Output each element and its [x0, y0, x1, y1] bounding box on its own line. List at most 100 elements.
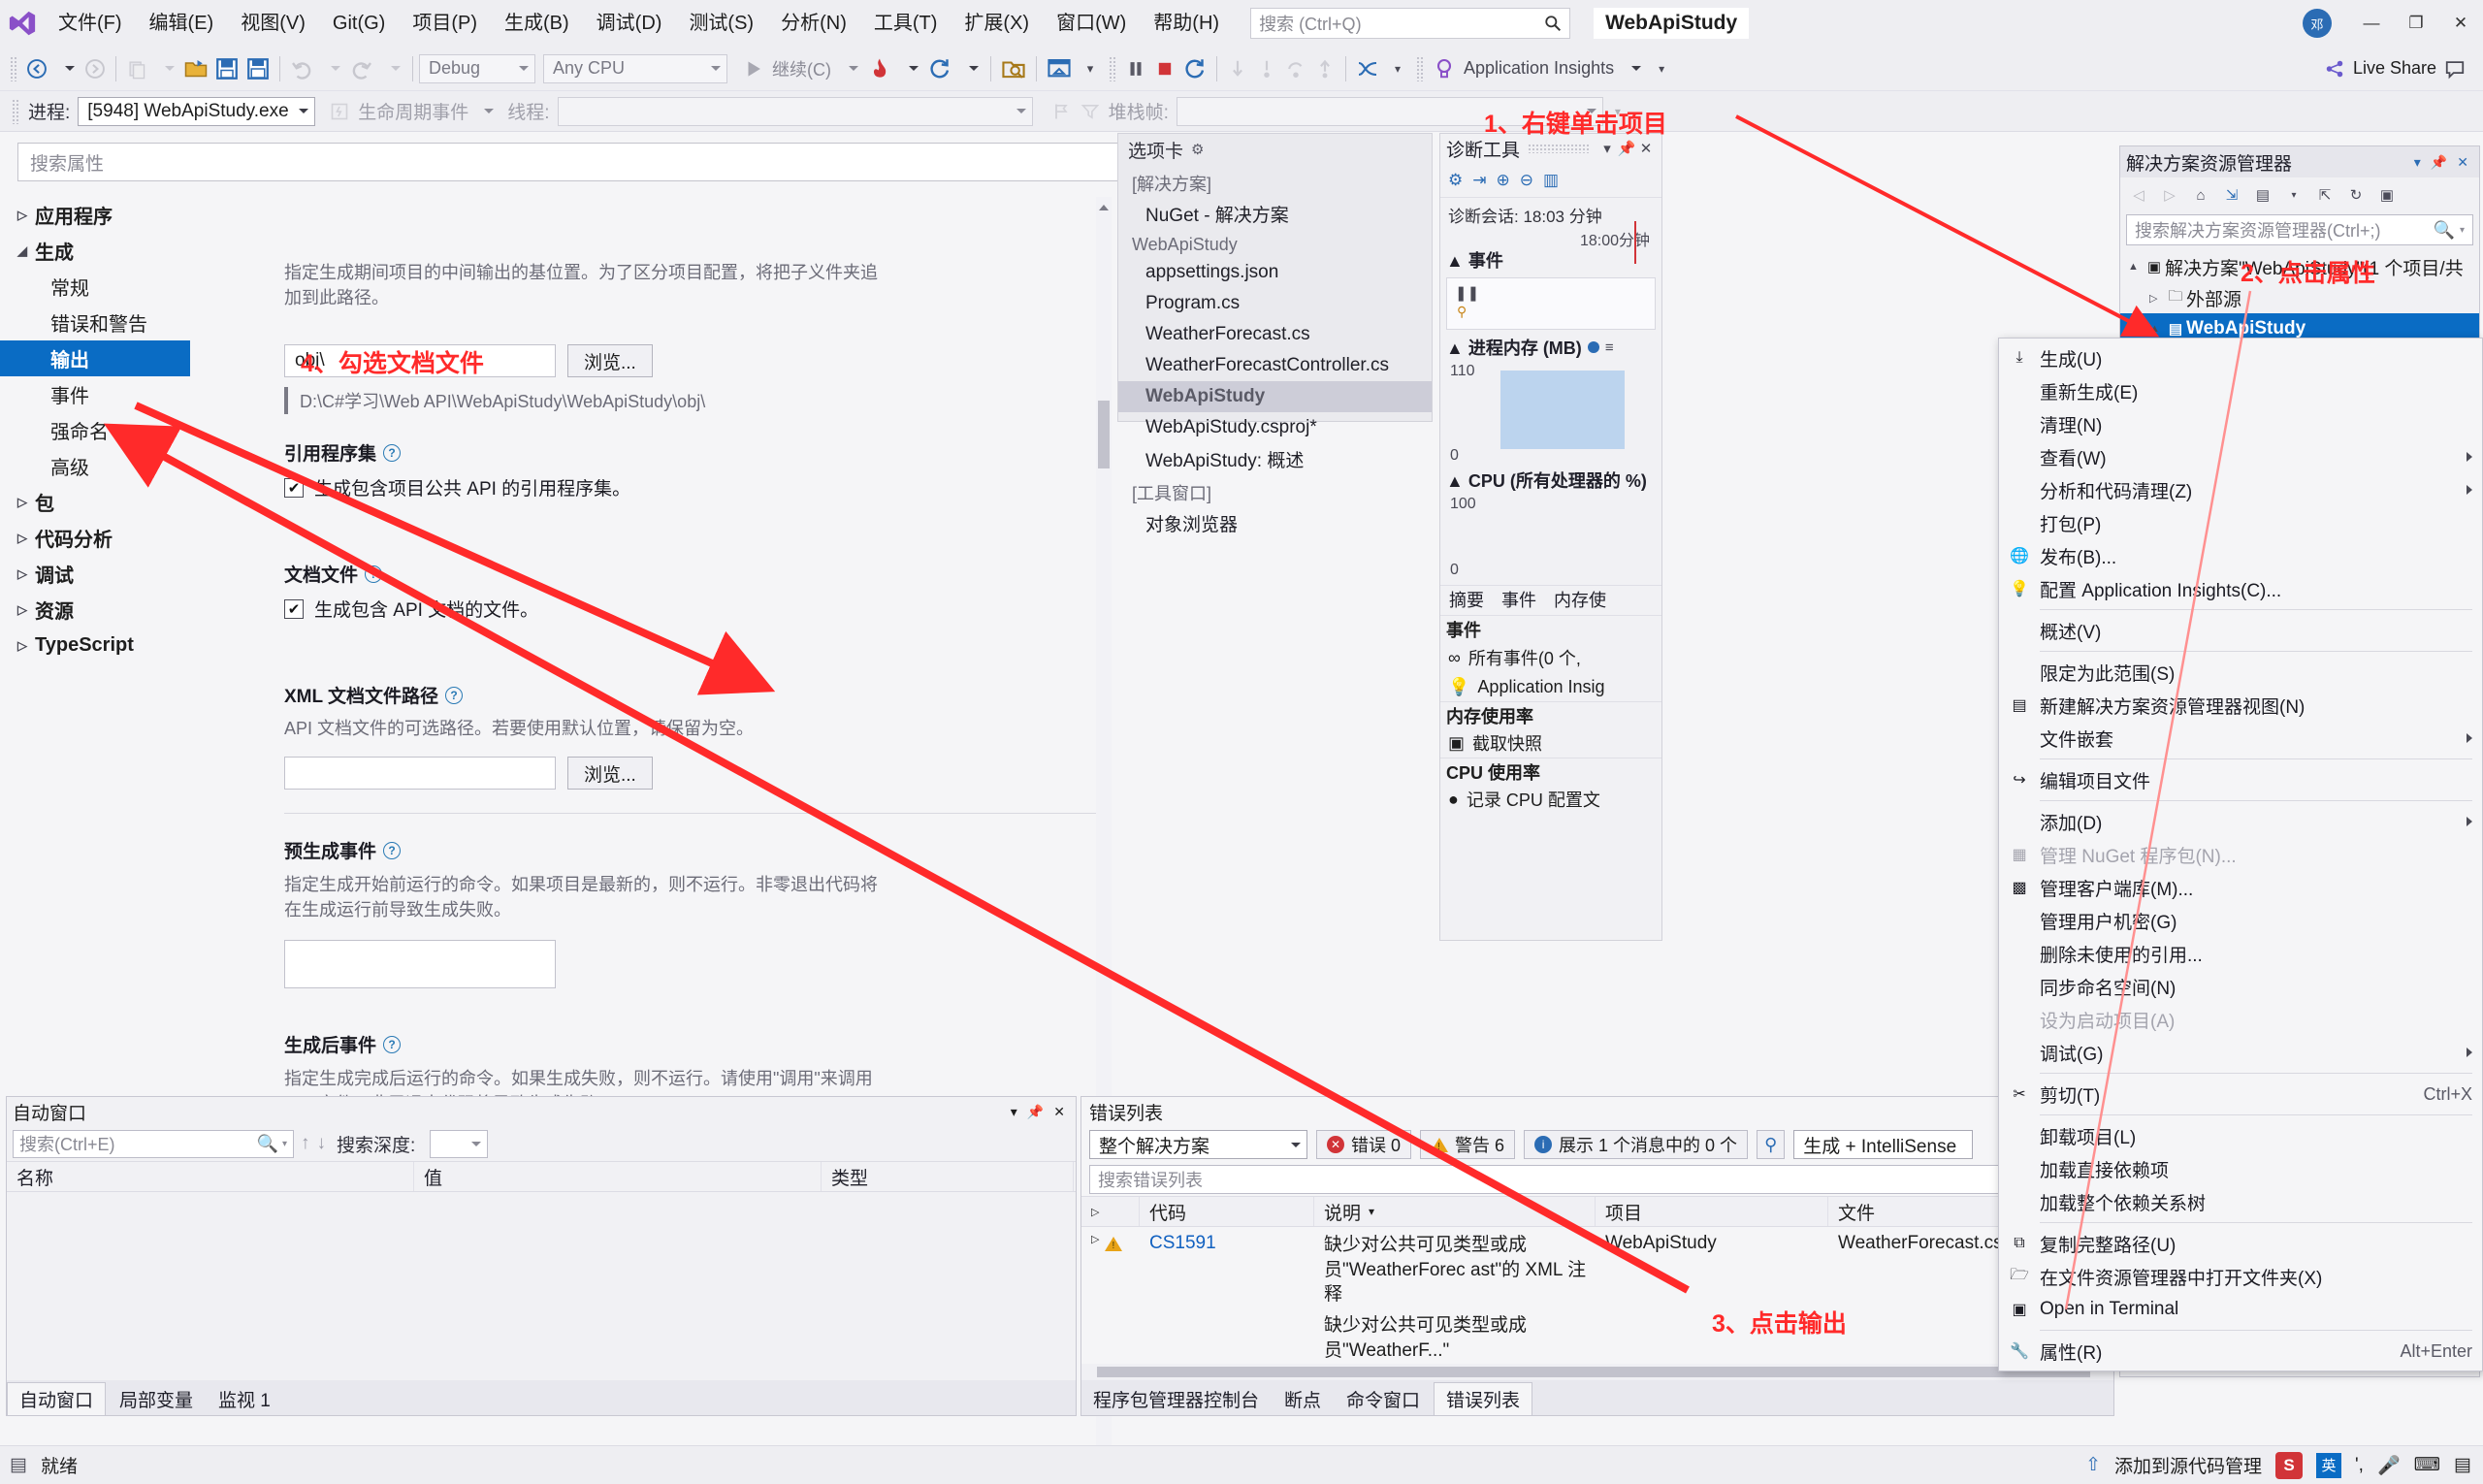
close-icon[interactable]: ✕: [1636, 140, 1656, 157]
tabs-well-item[interactable]: NuGet - 解决方案: [1118, 198, 1432, 229]
build-filter-icon-button[interactable]: ⚲: [1757, 1130, 1786, 1159]
restart-dropdown-icon[interactable]: [955, 52, 984, 85]
se-search-dropdown-icon[interactable]: ▾: [2460, 225, 2465, 236]
chevron-down-icon[interactable]: ▾: [1597, 140, 1617, 157]
properties-tree-item-10[interactable]: ▷ 调试: [0, 556, 262, 592]
expanded-triangle-icon[interactable]: ◢: [17, 243, 35, 259]
process-combo[interactable]: [5948] WebApiStudy.exe: [78, 96, 316, 126]
collapsed-triangle-icon[interactable]: ▷: [17, 208, 35, 223]
toolbar-overflow-2-icon[interactable]: ▾: [1647, 52, 1676, 85]
autos-search-icon[interactable]: 🔍: [257, 1134, 278, 1154]
app-insights-button[interactable]: Application Insights: [1460, 52, 1618, 85]
base-intermediate-browse-button[interactable]: 浏览...: [567, 344, 653, 377]
collapsed-triangle-icon[interactable]: ▷: [17, 531, 35, 546]
context-menu-item-34[interactable]: ▣ Open in Terminal: [1999, 1293, 2482, 1326]
error-list-row[interactable]: ▷ CS1591缺少对公共可见类型或成员"WeatherForec ast"的 X…: [1081, 1227, 2113, 1307]
error-list-tab-1[interactable]: 断点: [1273, 1382, 1333, 1415]
help-icon-4[interactable]: ?: [383, 841, 402, 859]
context-menu-item-17[interactable]: 添加(D): [1999, 805, 2482, 838]
context-menu-item-15[interactable]: ↪ 编辑项目文件: [1999, 763, 2482, 796]
doc-file-checkbox[interactable]: ✔: [284, 598, 304, 619]
diag-chart-icon[interactable]: ▥: [1543, 171, 1559, 190]
collapsed-triangle-icon[interactable]: ▷: [17, 566, 35, 582]
feedback-icon[interactable]: [2440, 52, 2469, 85]
properties-tree-item-5[interactable]: 事件: [0, 376, 262, 412]
warnings-filter-button[interactable]: 警告 6: [1420, 1130, 1516, 1159]
diag-events-timeline[interactable]: ❚❚ ⚲: [1446, 277, 1656, 330]
help-icon[interactable]: ?: [383, 443, 402, 462]
diagnostic-tab-1[interactable]: 事件: [1493, 585, 1545, 616]
row-expand-triangle-icon[interactable]: ▷: [1091, 1233, 1099, 1245]
help-icon-5[interactable]: ?: [383, 1035, 402, 1053]
error-list-row[interactable]: 缺少对公共可见类型或成 员"WeatherF...": [1081, 1307, 2113, 1363]
tabs-well-item[interactable]: WebApiStudy: 概述: [1118, 443, 1432, 474]
hot-reload-dropdown-icon[interactable]: [895, 52, 924, 85]
context-menu-item-11[interactable]: 限定为此范围(S): [1999, 656, 2482, 689]
messages-filter-button[interactable]: i 展示 1 个消息中的 0 个: [1524, 1130, 1749, 1159]
se-home-icon[interactable]: ⌂: [2188, 182, 2213, 208]
autos-search-dropdown-icon[interactable]: ▾: [282, 1139, 287, 1149]
redo-icon[interactable]: [346, 52, 377, 85]
diag-zoom-in-icon[interactable]: ⊕: [1497, 171, 1510, 190]
app-insights-dropdown-icon[interactable]: [1618, 52, 1647, 85]
ref-assembly-checkbox[interactable]: ✔: [284, 477, 304, 498]
menu-item-1[interactable]: 编辑(E): [136, 0, 228, 47]
continue-run-icon[interactable]: [739, 52, 768, 85]
web-browser-icon[interactable]: [1043, 52, 1076, 85]
properties-tree-item-11[interactable]: ▷ 资源: [0, 592, 262, 628]
error-list-tab-2[interactable]: 命令窗口: [1335, 1382, 1432, 1415]
menu-item-9[interactable]: 工具(T): [860, 0, 951, 47]
properties-tree-item-0[interactable]: ▷ 应用程序: [0, 197, 262, 233]
collapsed-triangle-icon[interactable]: ▷: [17, 495, 35, 510]
maximize-button[interactable]: ❐: [2394, 0, 2438, 47]
error-row-code[interactable]: [1140, 1313, 1314, 1363]
context-menu-item-4[interactable]: 分析和代码清理(Z): [1999, 473, 2482, 506]
autos-depth-combo[interactable]: [430, 1129, 489, 1158]
context-menu-item-2[interactable]: 清理(N): [1999, 407, 2482, 440]
autos-chevron-down-icon[interactable]: ▾: [1006, 1104, 1022, 1120]
app-insights-icon[interactable]: [1429, 52, 1460, 85]
browser-select-icon[interactable]: [997, 52, 1030, 85]
autos-pin-icon[interactable]: 📌: [1022, 1104, 1048, 1120]
context-menu-item-28[interactable]: 卸载项目(L): [1999, 1119, 2482, 1152]
diag-export-icon[interactable]: ⇥: [1472, 171, 1486, 190]
gear-icon[interactable]: ⚙: [1191, 141, 1204, 158]
thread-combo[interactable]: [557, 96, 1033, 126]
diag-event-row[interactable]: ∞ 所有事件(0 个,: [1440, 643, 1661, 672]
context-menu-item-32[interactable]: ⧉ 复制完整路径(U): [1999, 1227, 2482, 1260]
se-back-icon[interactable]: ◁: [2126, 182, 2151, 208]
lifecycle-events-icon[interactable]: [325, 95, 354, 128]
threads-icon[interactable]: [1352, 52, 1383, 85]
properties-tree-item-6[interactable]: 强命名: [0, 412, 262, 448]
context-menu-item-9[interactable]: 概述(V): [1999, 614, 2482, 647]
tabs-well-item[interactable]: Program.cs: [1118, 288, 1432, 319]
diag-zoom-out-icon[interactable]: ⊖: [1520, 171, 1533, 190]
autos-column-header-1[interactable]: 值: [414, 1162, 822, 1191]
context-menu-item-19[interactable]: ▩ 管理客户端库(M)...: [1999, 871, 2482, 904]
sogou-ime-icon[interactable]: S: [2275, 1451, 2304, 1479]
menu-item-11[interactable]: 窗口(W): [1043, 0, 1140, 47]
error-list-column-header-3[interactable]: 项目: [1596, 1197, 1828, 1226]
context-menu-item-13[interactable]: 文件嵌套: [1999, 722, 2482, 755]
context-menu-item-3[interactable]: 查看(W): [1999, 440, 2482, 473]
diag-memory-row[interactable]: ▣ 截取快照: [1440, 728, 1661, 758]
context-menu-item-26[interactable]: ✂ 剪切(T) Ctrl+X: [1999, 1078, 2482, 1111]
menu-item-5[interactable]: 生成(B): [491, 0, 583, 47]
tabs-well-item[interactable]: 对象浏览器: [1118, 507, 1432, 538]
save-all-icon[interactable]: [242, 52, 274, 85]
se-refresh-icon[interactable]: ↻: [2343, 182, 2369, 208]
menu-item-6[interactable]: 调试(D): [583, 0, 676, 47]
ime-keyboard-icon[interactable]: ⌨: [2414, 1454, 2440, 1476]
pause-icon[interactable]: [1121, 52, 1150, 85]
toolbar-grip[interactable]: [10, 55, 18, 81]
minimize-button[interactable]: —: [2349, 0, 2394, 47]
se-pin-icon[interactable]: 📌: [2426, 154, 2452, 171]
new-project-icon[interactable]: [122, 52, 151, 85]
properties-tree-item-4[interactable]: 输出: [0, 340, 190, 376]
restart-icon[interactable]: [924, 52, 955, 85]
error-scope-combo[interactable]: 整个解决方案: [1089, 1130, 1307, 1159]
menu-item-7[interactable]: 测试(S): [675, 0, 767, 47]
autos-next-icon[interactable]: ↓: [317, 1133, 327, 1154]
tabs-well-item[interactable]: WeatherForecastController.cs: [1118, 350, 1432, 381]
autos-search-input[interactable]: 搜索(Ctrl+E) 🔍 ▾: [13, 1129, 294, 1158]
